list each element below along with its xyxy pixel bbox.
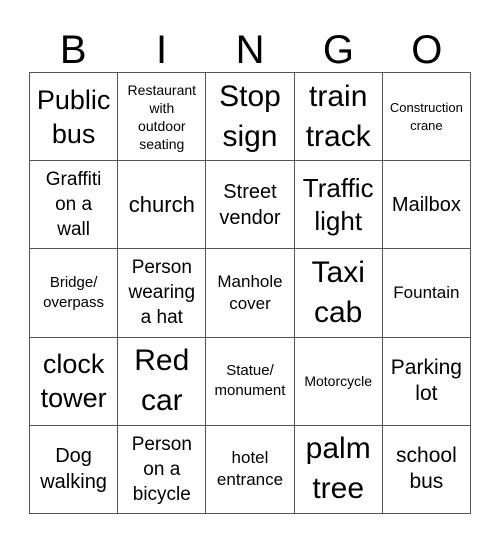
cell-label: hotel entrance xyxy=(216,448,284,490)
bingo-cell-r1c5[interactable]: Construction crane xyxy=(382,73,471,162)
cell-label: Stop sign xyxy=(219,79,281,153)
bingo-cell-r4c3[interactable]: Statue/ monument xyxy=(206,337,295,426)
cell-label: Bridge/ overpass xyxy=(43,273,105,311)
bingo-cell-r5c4[interactable]: palm tree xyxy=(294,425,383,514)
bingo-cell-r1c3[interactable]: Stop sign xyxy=(206,73,295,162)
bingo-cell-r4c5[interactable]: Parking lot xyxy=(382,337,471,426)
cell-label: Street vendor xyxy=(219,180,281,229)
cell-label: Construction crane xyxy=(389,99,463,133)
bingo-board: Public bus Restaurant with outdoor seati… xyxy=(29,72,471,514)
header-letter-i: I xyxy=(156,28,168,72)
bingo-cell-r2c4[interactable]: Traffic light xyxy=(294,161,383,250)
bingo-cell-r5c1[interactable]: Dog walking xyxy=(30,425,119,514)
header-letter-g: G xyxy=(322,28,354,72)
cell-label: Red car xyxy=(134,344,190,418)
header-letter-o: O xyxy=(411,28,443,72)
cell-label: Mailbox xyxy=(391,193,461,216)
bingo-cell-r1c1[interactable]: Public bus xyxy=(30,73,119,162)
cell-label: Person wearing a hat xyxy=(128,257,196,329)
cell-label: clock tower xyxy=(40,349,107,414)
cell-label: church xyxy=(128,192,195,218)
bingo-cell-r3c4[interactable]: Taxi cab xyxy=(294,249,383,338)
bingo-cell-r5c2[interactable]: Person on a bicycle xyxy=(118,425,207,514)
bingo-cell-r3c5[interactable]: Fountain xyxy=(382,249,471,338)
bingo-cell-r2c1[interactable]: Graffiti on a wall xyxy=(30,161,119,250)
cell-label: Taxi cab xyxy=(311,255,365,329)
cell-label: Fountain xyxy=(393,282,460,302)
bingo-cell-r2c5[interactable]: Mailbox xyxy=(382,161,471,250)
bingo-cell-r2c3[interactable]: Street vendor xyxy=(206,161,295,250)
header-letter-n: N xyxy=(235,28,265,72)
cell-label: Person on a bicycle xyxy=(131,433,192,505)
cell-label: Manhole cover xyxy=(217,271,283,313)
cell-label: Parking lot xyxy=(390,356,462,406)
bingo-cell-r5c5[interactable]: school bus xyxy=(382,425,471,514)
bingo-cell-r1c2[interactable]: Restaurant with outdoor seating xyxy=(118,73,207,162)
cell-label: Public bus xyxy=(36,84,111,149)
cell-label: Traffic light xyxy=(302,172,374,236)
bingo-cell-r4c2[interactable]: Red car xyxy=(118,337,207,426)
bingo-cell-r4c4[interactable]: Motorcycle xyxy=(294,337,383,426)
bingo-cell-r5c3[interactable]: hotel entrance xyxy=(206,425,295,514)
cell-label: train track xyxy=(305,79,371,153)
cell-label: Restaurant with outdoor seating xyxy=(127,81,197,152)
bingo-cell-r3c3[interactable]: Manhole cover xyxy=(206,249,295,338)
header-letter-b: B xyxy=(59,28,87,72)
bingo-cell-r2c2[interactable]: church xyxy=(118,161,207,250)
bingo-cell-r4c1[interactable]: clock tower xyxy=(30,337,119,426)
bingo-cell-r3c2[interactable]: Person wearing a hat xyxy=(118,249,207,338)
bingo-header: B I N G O xyxy=(29,28,471,72)
cell-label: Graffiti on a wall xyxy=(45,169,102,241)
cell-label: palm tree xyxy=(305,432,371,506)
cell-label: Statue/ monument xyxy=(214,362,286,400)
cell-label: Motorcycle xyxy=(304,373,373,390)
cell-label: school bus xyxy=(396,444,457,494)
bingo-cell-r3c1[interactable]: Bridge/ overpass xyxy=(30,249,119,338)
bingo-cell-r1c4[interactable]: train track xyxy=(294,73,383,162)
cell-label: Dog walking xyxy=(40,445,107,494)
